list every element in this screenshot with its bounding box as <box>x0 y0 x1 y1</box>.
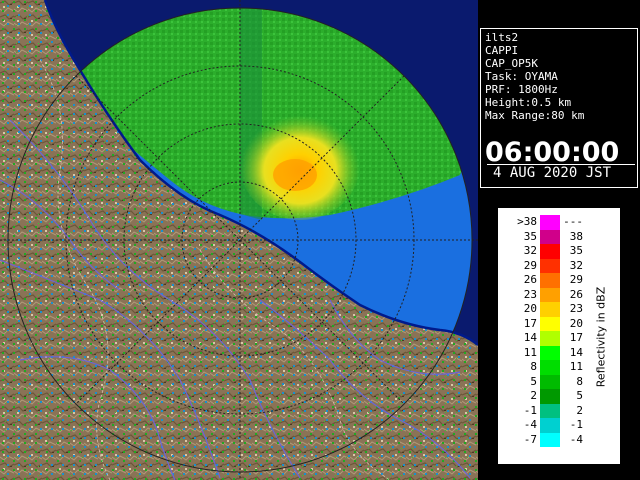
legend-swatch <box>540 360 560 375</box>
legend-swatch <box>540 418 560 433</box>
observation-time: 06:00:00 <box>485 137 620 168</box>
product-name: CAPPI <box>485 44 519 57</box>
legend-swatch <box>540 244 560 259</box>
legend-swatch <box>540 273 560 288</box>
color-legend: >38 --- 35 38 32 35 29 32 26 29 23 26 20 23 17 20 14 17 11… <box>498 208 620 464</box>
legend-upper-bound: -4 <box>569 432 583 446</box>
legend-swatch <box>540 287 560 302</box>
max-range-value: Max Range:80 km <box>485 109 585 122</box>
prf-value: PRF: 1800Hz <box>485 83 558 96</box>
legend-swatch <box>540 345 560 360</box>
legend-swatch <box>540 389 560 404</box>
site-name: ilts2 <box>485 31 519 44</box>
product-code: CAP_OP5K <box>485 57 538 70</box>
legend-title-box: Reflectivity in dBZ <box>587 235 615 439</box>
legend-swatch <box>540 374 560 389</box>
legend-swatch <box>540 302 560 317</box>
legend-lower-bound: -7 <box>523 432 537 446</box>
legend-swatch <box>540 258 560 273</box>
observation-date: 4 AUG 2020 JST <box>487 164 635 181</box>
task-name: Task: OYAMA <box>485 70 558 83</box>
legend-swatch <box>540 229 560 244</box>
radar-map <box>0 0 478 480</box>
info-panel: ilts2 CAPPI CAP_OP5K Task: OYAMA PRF: 18… <box>480 28 638 188</box>
legend-swatch <box>540 331 560 346</box>
legend-title: Reflectivity in dBZ <box>594 286 608 388</box>
legend-swatch <box>540 215 560 230</box>
echo-core-peak <box>273 159 317 191</box>
radar-map-canvas <box>0 0 478 480</box>
legend-swatch <box>540 432 560 447</box>
legend-swatch <box>540 316 560 331</box>
legend-swatch <box>540 403 560 418</box>
height-value: Height:0.5 km <box>485 96 572 109</box>
